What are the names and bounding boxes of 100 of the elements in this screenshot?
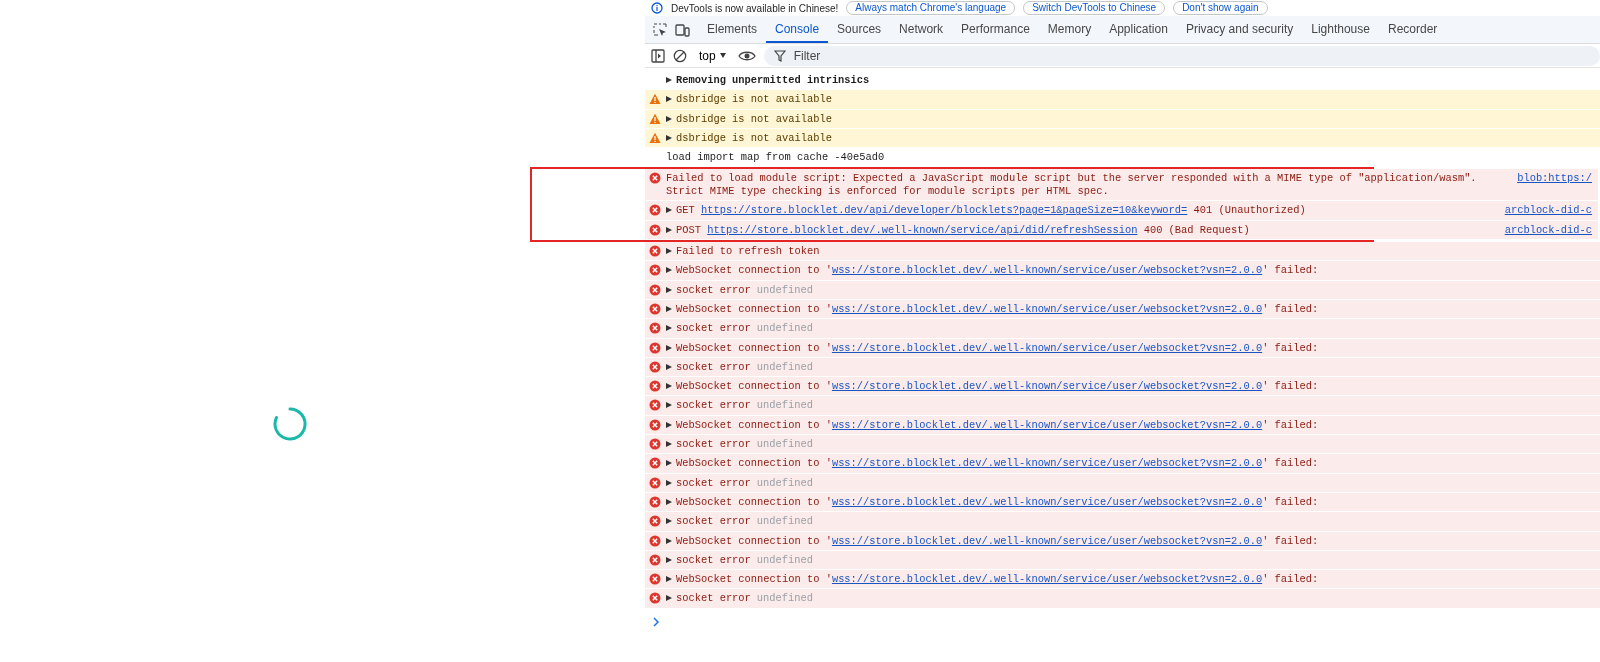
message-text: POST https://store.blocklet.dev/.well-known/service/api/did/refreshSession 400 (Bad Request) — [676, 223, 1251, 237]
message-text: WebSocket connection to 'wss://store.blocklet.dev/.well-known/service/user/websocket?vsn=2.0.0' failed: — [676, 380, 1320, 394]
expand-triangle-icon[interactable] — [666, 134, 672, 141]
tab[interactable]: Performance — [952, 16, 1039, 43]
expand-triangle-icon[interactable] — [666, 115, 672, 122]
tab[interactable]: Sources — [828, 16, 891, 43]
info-icon — [651, 2, 663, 14]
message-text: WebSocket connection to 'wss://store.blocklet.dev/.well-known/service/user/websocket?vsn=2.0.0' failed: — [676, 457, 1320, 471]
banner-button[interactable]: Switch DevTools to Chinese — [1023, 1, 1166, 15]
expand-triangle-icon[interactable] — [666, 402, 672, 409]
logged-value: undefined — [756, 553, 813, 567]
tab[interactable]: Memory — [1038, 16, 1101, 43]
error-icon — [649, 380, 661, 393]
expand-triangle-icon[interactable] — [666, 537, 672, 544]
expand-triangle-icon[interactable] — [666, 576, 672, 583]
source-link[interactable]: arcblock-did-c — [1504, 204, 1592, 218]
sidebar-toggle-icon — [651, 48, 665, 63]
tab[interactable]: Recorder — [1378, 16, 1447, 43]
tab[interactable]: Console — [766, 16, 829, 43]
error-icon — [649, 553, 661, 566]
expand-triangle-icon[interactable] — [666, 207, 672, 214]
message-text: Removing unpermitted intrinsics — [676, 74, 871, 87]
tab[interactable]: Lighthouse — [1302, 16, 1379, 43]
expand-triangle-icon[interactable] — [666, 325, 672, 332]
error-icon — [649, 204, 661, 217]
message-text: dsbridge is not available — [676, 131, 833, 145]
url-link[interactable]: wss://store.blocklet.dev/.well-known/service/user/websocket?vsn=2.0.0 — [831, 534, 1263, 547]
source-link[interactable]: blob:https:/ — [1517, 172, 1592, 186]
tab[interactable]: Privacy and security — [1176, 16, 1303, 43]
message-text: WebSocket connection to 'wss://store.blocklet.dev/.well-known/service/user/websocket?vsn=2.0.0' failed: — [676, 418, 1320, 432]
expand-triangle-icon[interactable] — [666, 441, 672, 448]
expand-triangle-icon[interactable] — [666, 226, 672, 233]
banner-button[interactable]: Always match Chrome's language — [846, 1, 1016, 15]
error-icon — [649, 418, 661, 431]
expand-triangle-icon[interactable] — [666, 267, 672, 274]
expand-triangle-icon[interactable] — [666, 479, 672, 486]
tab[interactable]: Network — [890, 16, 953, 43]
error-icon — [649, 495, 661, 508]
message-text: WebSocket connection to 'wss://store.blocklet.dev/.well-known/service/user/websocket?vsn=2.0.0' failed: — [676, 302, 1320, 316]
error-icon — [649, 223, 661, 236]
message-text: dsbridge is not available — [676, 112, 833, 126]
message-text: WebSocket connection to 'wss://store.blocklet.dev/.well-known/service/user/websocket?vsn=2.0.0' failed: — [676, 573, 1320, 587]
url-link[interactable]: wss://store.blocklet.dev/.well-known/service/user/websocket?vsn=2.0.0 — [831, 264, 1263, 277]
expand-triangle-icon[interactable] — [666, 77, 672, 83]
message-text: WebSocket connection to 'wss://store.blocklet.dev/.well-known/service/user/websocket?vsn=2.0.0' failed: — [676, 264, 1320, 278]
context-dropdown[interactable]: top — [695, 46, 730, 65]
loading-spinner-icon — [272, 406, 308, 442]
message-text: load import map from cache -40e5ad0 — [666, 151, 886, 165]
tab[interactable]: Application — [1100, 16, 1177, 43]
message-text: socket error — [676, 515, 751, 529]
message-text: socket error — [676, 360, 751, 374]
expand-triangle-icon[interactable] — [666, 344, 672, 351]
url-link[interactable]: wss://store.blocklet.dev/.well-known/service/user/websocket?vsn=2.0.0 — [831, 418, 1263, 431]
url-link[interactable]: wss://store.blocklet.dev/.well-known/service/user/websocket?vsn=2.0.0 — [831, 380, 1263, 393]
expand-triangle-icon[interactable] — [666, 556, 672, 563]
message-text: WebSocket connection to 'wss://store.blocklet.dev/.well-known/service/user/websocket?vsn=2.0.0' failed: — [676, 495, 1320, 509]
banner-button[interactable]: Don't show again — [1173, 1, 1268, 15]
source-link[interactable]: arcblock-did-c — [1504, 223, 1592, 237]
url-link[interactable]: wss://store.blocklet.dev/.well-known/service/user/websocket?vsn=2.0.0 — [831, 457, 1263, 470]
message-text: socket error — [676, 283, 751, 297]
error-icon — [649, 302, 661, 315]
error-icon — [649, 399, 661, 412]
message-text: dsbridge is not available — [676, 93, 833, 107]
expand-triangle-icon[interactable] — [666, 305, 672, 312]
expand-triangle-icon[interactable] — [666, 518, 672, 525]
filter-icon — [773, 49, 786, 62]
logged-value: undefined — [756, 322, 813, 336]
error-icon — [649, 476, 661, 489]
expand-triangle-icon[interactable] — [666, 248, 672, 255]
inspect-icon — [653, 22, 667, 37]
message-text: socket error — [676, 399, 751, 413]
expand-triangle-icon[interactable] — [666, 421, 672, 428]
expand-triangle-icon[interactable] — [666, 498, 672, 505]
expand-triangle-icon[interactable] — [666, 460, 672, 467]
caret-icon — [719, 53, 726, 58]
logged-value: undefined — [756, 476, 813, 490]
expand-triangle-icon[interactable] — [666, 96, 672, 103]
tab[interactable]: Elements — [698, 16, 767, 43]
logged-value: undefined — [756, 360, 813, 374]
expand-triangle-icon[interactable] — [666, 383, 672, 390]
error-icon — [649, 283, 661, 296]
expand-triangle-icon[interactable] — [666, 286, 672, 293]
message-text: socket error — [676, 592, 751, 606]
url-link[interactable]: wss://store.blocklet.dev/.well-known/service/user/websocket?vsn=2.0.0 — [831, 573, 1263, 586]
url-link[interactable]: https://store.blocklet.dev/.well-known/service/api/did/refreshSession — [707, 223, 1138, 236]
prompt-chevron-icon — [653, 616, 660, 627]
error-icon — [649, 534, 661, 547]
url-link[interactable]: wss://store.blocklet.dev/.well-known/service/user/websocket?vsn=2.0.0 — [831, 302, 1263, 315]
expand-triangle-icon[interactable] — [666, 595, 672, 602]
url-link[interactable]: wss://store.blocklet.dev/.well-known/service/user/websocket?vsn=2.0.0 — [831, 495, 1263, 508]
device-icon — [675, 22, 690, 37]
expand-triangle-icon[interactable] — [666, 363, 672, 370]
url-link[interactable]: wss://store.blocklet.dev/.well-known/service/user/websocket?vsn=2.0.0 — [831, 341, 1263, 354]
message-text: Failed to refresh token — [676, 245, 821, 259]
logged-value: undefined — [756, 515, 813, 529]
message-text: socket error — [676, 322, 751, 336]
url-link[interactable]: https://store.blocklet.dev/api/developer/blocklets?page=1&pageSize=10&keyword= — [700, 204, 1188, 217]
error-icon — [649, 322, 661, 335]
warning-icon — [649, 131, 661, 144]
error-icon — [649, 515, 661, 528]
